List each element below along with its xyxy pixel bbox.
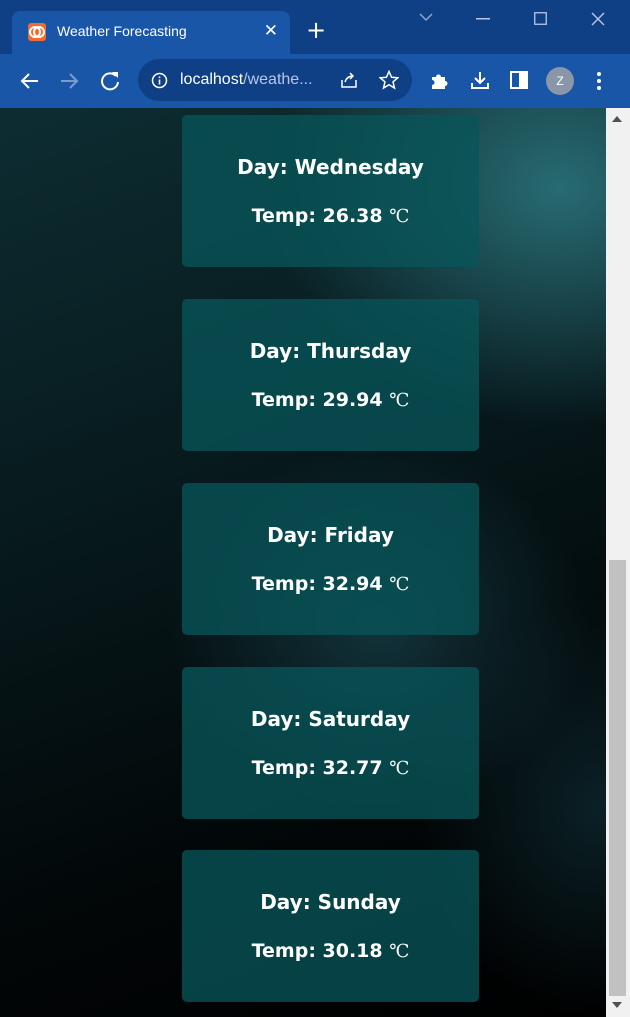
forecast-card-sunday: Day: Sunday Temp: 30.18 ℃ xyxy=(182,850,479,1002)
temp-value: Temp: 29.94 xyxy=(251,389,383,411)
forecast-day: Day: Saturday xyxy=(250,707,411,731)
url-host: localhost xyxy=(180,71,244,88)
temp-value: Temp: 30.18 xyxy=(251,940,383,962)
scroll-thumb[interactable] xyxy=(609,560,626,996)
temp-unit: ℃ xyxy=(389,941,410,962)
forecast-day: Day: Sunday xyxy=(260,890,401,914)
tab-close-button[interactable]: ✕ xyxy=(264,20,278,42)
forecast-day: Day: Wednesday xyxy=(237,155,424,179)
profile-avatar[interactable]: Z xyxy=(546,67,574,95)
reload-icon[interactable] xyxy=(99,70,121,92)
page-viewport: Day: Wednesday Temp: 26.38 ℃ Day: Thursd… xyxy=(0,108,606,1017)
forecast-card-wednesday: Day: Wednesday Temp: 26.38 ℃ xyxy=(182,115,479,267)
temp-unit: ℃ xyxy=(389,206,410,227)
address-bar[interactable]: localhost/weathe... xyxy=(138,59,412,101)
forecast-card-thursday: Day: Thursday Temp: 29.94 ℃ xyxy=(182,299,479,451)
url-text[interactable]: localhost/weathe... xyxy=(180,71,313,89)
tab-title: Weather Forecasting xyxy=(57,23,187,39)
browser-tab[interactable]: Weather Forecasting ✕ xyxy=(12,11,290,54)
scroll-up-arrow-icon[interactable] xyxy=(612,116,622,122)
forecast-card-saturday: Day: Saturday Temp: 32.77 ℃ xyxy=(182,667,479,819)
download-icon[interactable] xyxy=(470,70,490,90)
forecast-day: Day: Friday xyxy=(267,523,394,547)
star-icon[interactable] xyxy=(379,70,399,90)
minimize-icon[interactable] xyxy=(476,18,490,20)
temp-value: Temp: 32.94 xyxy=(251,573,383,595)
page-scrollbar[interactable] xyxy=(606,108,630,1017)
close-window-icon[interactable] xyxy=(591,12,605,26)
scroll-down-arrow-icon[interactable] xyxy=(612,1002,622,1008)
temp-unit: ℃ xyxy=(389,758,410,779)
arrow-left-icon[interactable] xyxy=(19,70,41,92)
kebab-menu-icon[interactable] xyxy=(596,71,602,91)
tab-search-chevron-icon[interactable] xyxy=(418,12,434,22)
puzzle-icon[interactable] xyxy=(429,71,449,91)
forecast-day: Day: Thursday xyxy=(249,339,412,363)
forecast-temp: Temp: 29.94 ℃ xyxy=(182,389,479,411)
forecast-temp: Temp: 32.77 ℃ xyxy=(182,757,479,779)
url-path: /weathe... xyxy=(243,71,313,88)
new-tab-button[interactable]: + xyxy=(306,18,326,42)
forecast-temp: Temp: 30.18 ℃ xyxy=(182,940,479,962)
maximize-icon[interactable] xyxy=(534,12,547,25)
share-icon[interactable] xyxy=(339,71,359,89)
info-icon[interactable] xyxy=(151,72,168,89)
arrow-right-icon[interactable] xyxy=(58,70,80,92)
sidepanel-icon[interactable] xyxy=(510,71,528,89)
forecast-card-friday: Day: Friday Temp: 32.94 ℃ xyxy=(182,483,479,635)
xampp-favicon-icon xyxy=(28,23,46,41)
browser-titlebar: Weather Forecasting ✕ + xyxy=(0,0,630,54)
temp-value: Temp: 32.77 xyxy=(251,757,383,779)
forecast-temp: Temp: 26.38 ℃ xyxy=(182,205,479,227)
temp-value: Temp: 26.38 xyxy=(251,205,383,227)
forecast-temp: Temp: 32.94 ℃ xyxy=(182,573,479,595)
temp-unit: ℃ xyxy=(389,390,410,411)
temp-unit: ℃ xyxy=(389,574,410,595)
